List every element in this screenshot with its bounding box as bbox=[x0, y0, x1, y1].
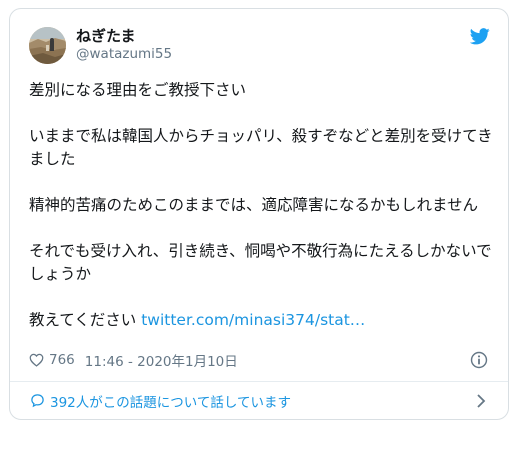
tweet-last-line: 教えてください bbox=[29, 311, 142, 329]
author-handle[interactable]: @watazumi55 bbox=[76, 46, 172, 62]
like-count: 766 bbox=[49, 352, 75, 368]
tweet-paragraph-2: いままで私は韓国人からチョッパリ、殺すぞなどと差別を受けてきました bbox=[29, 127, 493, 168]
avatar[interactable] bbox=[29, 27, 66, 64]
tweet-main: ねぎたま @watazumi55 差別になる理由をご教授下さい いままで私は韓国… bbox=[10, 9, 508, 381]
like-button[interactable]: 766 bbox=[29, 352, 75, 368]
quoted-tweet-link[interactable]: twitter.com/minasi374/stat… bbox=[141, 311, 365, 329]
tweet-timestamp[interactable]: 11:46 - 2020年1月10日 bbox=[85, 350, 238, 370]
avatar-image bbox=[29, 27, 66, 64]
author-name[interactable]: ねぎたま bbox=[76, 25, 136, 46]
speech-bubble-icon bbox=[31, 394, 44, 408]
tweet-paragraph-1: 差別になる理由をご教授下さい bbox=[29, 81, 247, 99]
info-icon[interactable] bbox=[470, 351, 488, 369]
conversation-text: 392人がこの話題について話しています bbox=[50, 394, 291, 411]
twitter-bird-icon[interactable] bbox=[470, 28, 490, 45]
embedded-tweet-card: ねぎたま @watazumi55 差別になる理由をご教授下さい いままで私は韓国… bbox=[9, 8, 509, 420]
tweet-text: 差別になる理由をご教授下さい いままで私は韓国人からチョッパリ、殺すぞなどと差別… bbox=[29, 79, 494, 332]
tweet-meta: 766 11:46 - 2020年1月10日 bbox=[29, 350, 238, 370]
heart-icon bbox=[29, 353, 44, 367]
conversation-link[interactable]: 392人がこの話題について話しています bbox=[10, 382, 508, 419]
tweet-paragraph-5: 教えてください twitter.com/minasi374/stat… bbox=[29, 309, 494, 332]
tweet-paragraph-4: それでも受け入れ、引き続き、恫喝や不敬行為にたえるしかないでしょうか bbox=[29, 242, 492, 283]
chevron-right-icon bbox=[477, 394, 486, 408]
tweet-paragraph-3: 精神的苦痛のためこのままでは、適応障害になるかもしれません bbox=[29, 196, 479, 214]
